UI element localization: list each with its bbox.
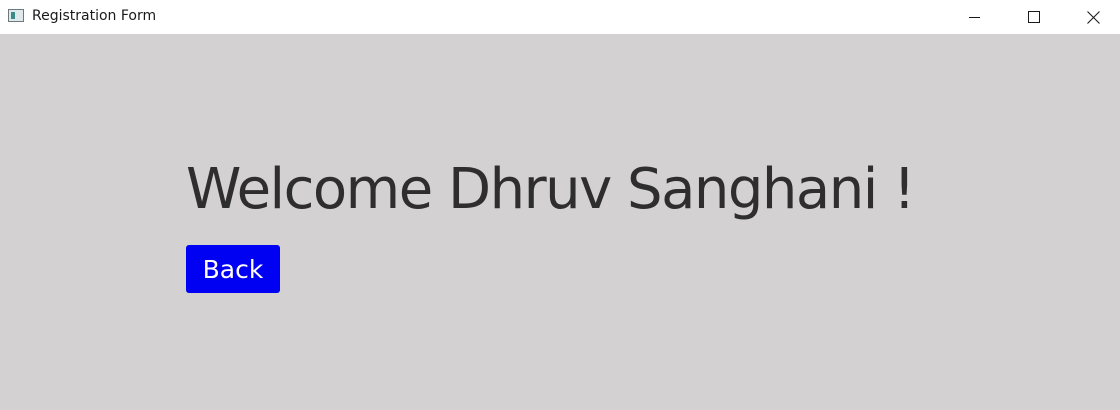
close-icon [1086, 10, 1100, 24]
welcome-heading: Welcome Dhruv Sanghani ! [186, 157, 916, 222]
minimize-button[interactable] [952, 0, 998, 34]
maximize-icon [1028, 11, 1040, 23]
main-content: Welcome Dhruv Sanghani ! Back [0, 34, 1120, 410]
app-window: Registration Form Welcome Dhruv Sanghani… [0, 0, 1120, 410]
app-icon [8, 9, 24, 22]
back-button[interactable]: Back [186, 245, 280, 293]
title-bar[interactable]: Registration Form [0, 0, 1120, 34]
minimize-icon [969, 17, 980, 18]
maximize-button[interactable] [1011, 0, 1057, 34]
window-title: Registration Form [32, 8, 157, 24]
close-button[interactable] [1070, 0, 1116, 34]
